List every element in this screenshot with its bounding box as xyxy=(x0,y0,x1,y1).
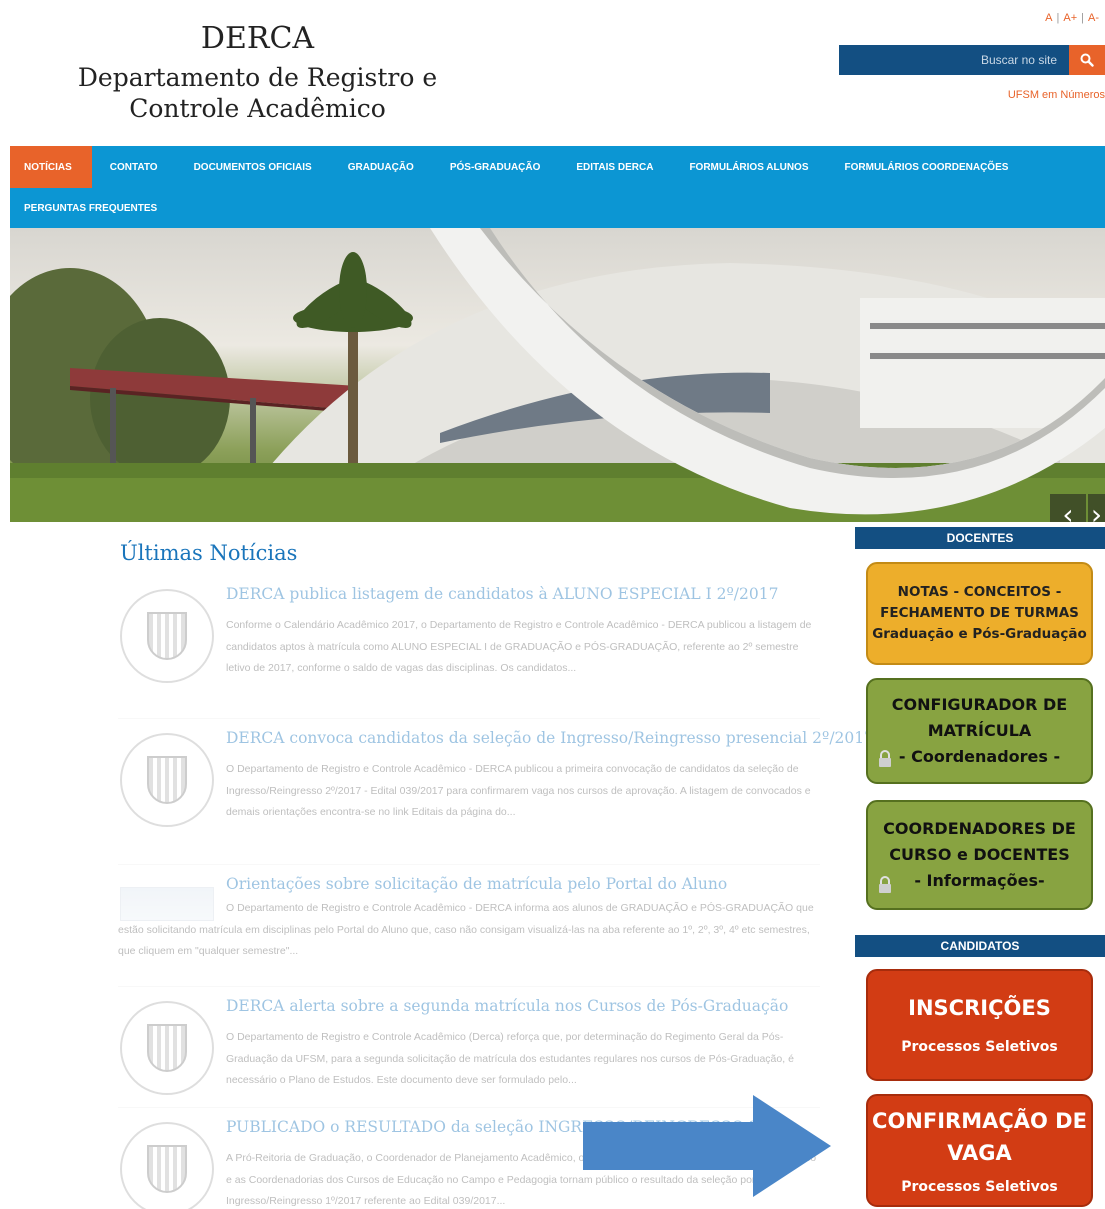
logo-name-line1: Departamento de Registro e xyxy=(77,63,438,92)
search-input[interactable]: Buscar no site xyxy=(839,45,1069,75)
chevron-left-icon: ‹ xyxy=(1062,497,1074,523)
news-excerpt: Conforme o Calendário Acadêmico 2017, o … xyxy=(226,619,812,674)
lock-icon xyxy=(879,750,891,767)
tile-title-line2: VAGA xyxy=(947,1140,1012,1165)
nav-row-1: NOTÍCIAS CONTATO DOCUMENTOS OFICIAIS GRA… xyxy=(10,146,1105,188)
tile-line: MATRÍCULA xyxy=(927,721,1032,740)
nav-item-formularios-alunos[interactable]: FORMULÁRIOS ALUNOS xyxy=(671,146,826,188)
page: DERCA Departamento de Registro e Control… xyxy=(0,0,1105,1209)
news-excerpt: O Departamento de Registro e Controle Ac… xyxy=(226,1031,794,1086)
main-nav: NOTÍCIAS CONTATO DOCUMENTOS OFICIAIS GRA… xyxy=(10,146,1105,228)
font-normal-link[interactable]: A xyxy=(1045,12,1052,24)
pointer-arrow-icon xyxy=(583,1095,831,1197)
tile-subtitle: Processos Seletivos xyxy=(901,1178,1058,1195)
nav-item-noticias[interactable]: NOTÍCIAS xyxy=(10,146,92,188)
tile-title-line1: CONFIRMAÇÃO DE xyxy=(872,1108,1087,1133)
docentes-header: DOCENTES xyxy=(855,527,1105,549)
logo-name-line2: Controle Acadêmico xyxy=(129,94,386,123)
confirmacao-vaga-button[interactable]: CONFIRMAÇÃO DE VAGA Processos Seletivos xyxy=(866,1094,1093,1207)
news-item[interactable]: DERCA convoca candidatos da seleção de I… xyxy=(118,719,874,865)
news-headline[interactable]: DERCA publica listagem de candidatos à A… xyxy=(226,585,778,603)
coordenadores-docentes-button[interactable]: COORDENADORES DE CURSO e DOCENTES - Info… xyxy=(866,800,1093,910)
tile-subtitle: Processos Seletivos xyxy=(901,1039,1058,1055)
tile-line: NOTAS - CONCEITOS - xyxy=(897,584,1062,600)
chevron-right-icon: › xyxy=(1090,497,1103,523)
news-excerpt: O Departamento de Registro e Controle Ac… xyxy=(226,763,811,818)
news-excerpt: O Departamento de Registro e Controle Ac… xyxy=(118,902,814,957)
hero-banner[interactable]: ‹ › xyxy=(10,228,1105,522)
tile-line: - Coordenadores - xyxy=(898,747,1061,766)
tile-line: FECHAMENTO DE TURMAS xyxy=(880,605,1079,621)
ufsm-seal-icon xyxy=(120,1001,214,1095)
search-icon xyxy=(1080,53,1094,67)
site-logo[interactable]: DERCA Departamento de Registro e Control… xyxy=(60,20,455,124)
banner-next-button[interactable]: › xyxy=(1088,494,1105,522)
nav-item-documentos-oficiais[interactable]: DOCUMENTOS OFICIAIS xyxy=(176,146,330,188)
news-item[interactable]: DERCA alerta sobre a segunda matrícula n… xyxy=(118,987,820,1108)
news-item[interactable]: Orientações sobre solicitação de matrícu… xyxy=(118,865,820,987)
news-section-title: Últimas Notícias xyxy=(120,541,298,565)
ufsm-seal-icon xyxy=(120,589,214,683)
nav-item-graduacao[interactable]: GRADUAÇÃO xyxy=(330,146,432,188)
search-button[interactable] xyxy=(1069,45,1105,75)
inscricoes-button[interactable]: INSCRIÇÕES Processos Seletivos xyxy=(866,969,1093,1081)
font-size-separator: | xyxy=(1056,12,1060,24)
ufsm-seal-icon xyxy=(120,1122,214,1209)
nav-item-editais-derca[interactable]: EDITAIS DERCA xyxy=(558,146,671,188)
configurador-matricula-button[interactable]: CONFIGURADOR DE MATRÍCULA - Coordenadore… xyxy=(866,678,1093,784)
nav-item-formularios-coordenacoes[interactable]: FORMULÁRIOS COORDENAÇÕES xyxy=(827,146,1027,188)
tile-title: INSCRIÇÕES xyxy=(908,996,1051,1020)
font-size-separator: | xyxy=(1081,12,1084,24)
nav-item-pos-graduacao[interactable]: PÓS-GRADUAÇÃO xyxy=(432,146,559,188)
font-increase-link[interactable]: A+ xyxy=(1063,12,1077,24)
lock-icon xyxy=(879,876,891,893)
tile-line: CURSO e DOCENTES xyxy=(889,845,1070,864)
nav-row-2: PERGUNTAS FREQUENTES xyxy=(10,188,1105,228)
candidatos-header: CANDIDATOS xyxy=(855,935,1105,957)
tile-line: - Informações- xyxy=(914,871,1045,890)
banner-image xyxy=(10,228,1105,522)
ufsm-seal-icon xyxy=(120,733,214,827)
logo-acronym: DERCA xyxy=(200,21,315,56)
font-size-controls: A | A+ | A- xyxy=(1045,12,1099,24)
news-item[interactable]: DERCA publica listagem de candidatos à A… xyxy=(118,575,820,719)
news-headline[interactable]: Orientações sobre solicitação de matrícu… xyxy=(226,875,727,893)
tile-line: Graduação e Pós-Graduação xyxy=(872,626,1087,642)
font-decrease-link[interactable]: A- xyxy=(1088,12,1099,24)
tile-line: COORDENADORES DE xyxy=(883,819,1076,838)
search-bar: Buscar no site xyxy=(839,45,1105,75)
ufsm-numbers-link[interactable]: UFSM em Números xyxy=(1008,89,1105,101)
news-headline[interactable]: DERCA convoca candidatos da seleção de I… xyxy=(226,729,874,747)
news-headline[interactable]: DERCA alerta sobre a segunda matrícula n… xyxy=(226,997,788,1015)
tile-line: CONFIGURADOR DE xyxy=(891,695,1068,714)
notas-conceitos-button[interactable]: NOTAS - CONCEITOS - FECHAMENTO DE TURMAS… xyxy=(866,562,1093,665)
logo-name: Departamento de Registro e Controle Acad… xyxy=(60,62,455,124)
nav-item-perguntas-frequentes[interactable]: PERGUNTAS FREQUENTES xyxy=(10,188,175,228)
banner-prev-button[interactable]: ‹ xyxy=(1050,494,1086,522)
nav-item-contato[interactable]: CONTATO xyxy=(92,146,176,188)
